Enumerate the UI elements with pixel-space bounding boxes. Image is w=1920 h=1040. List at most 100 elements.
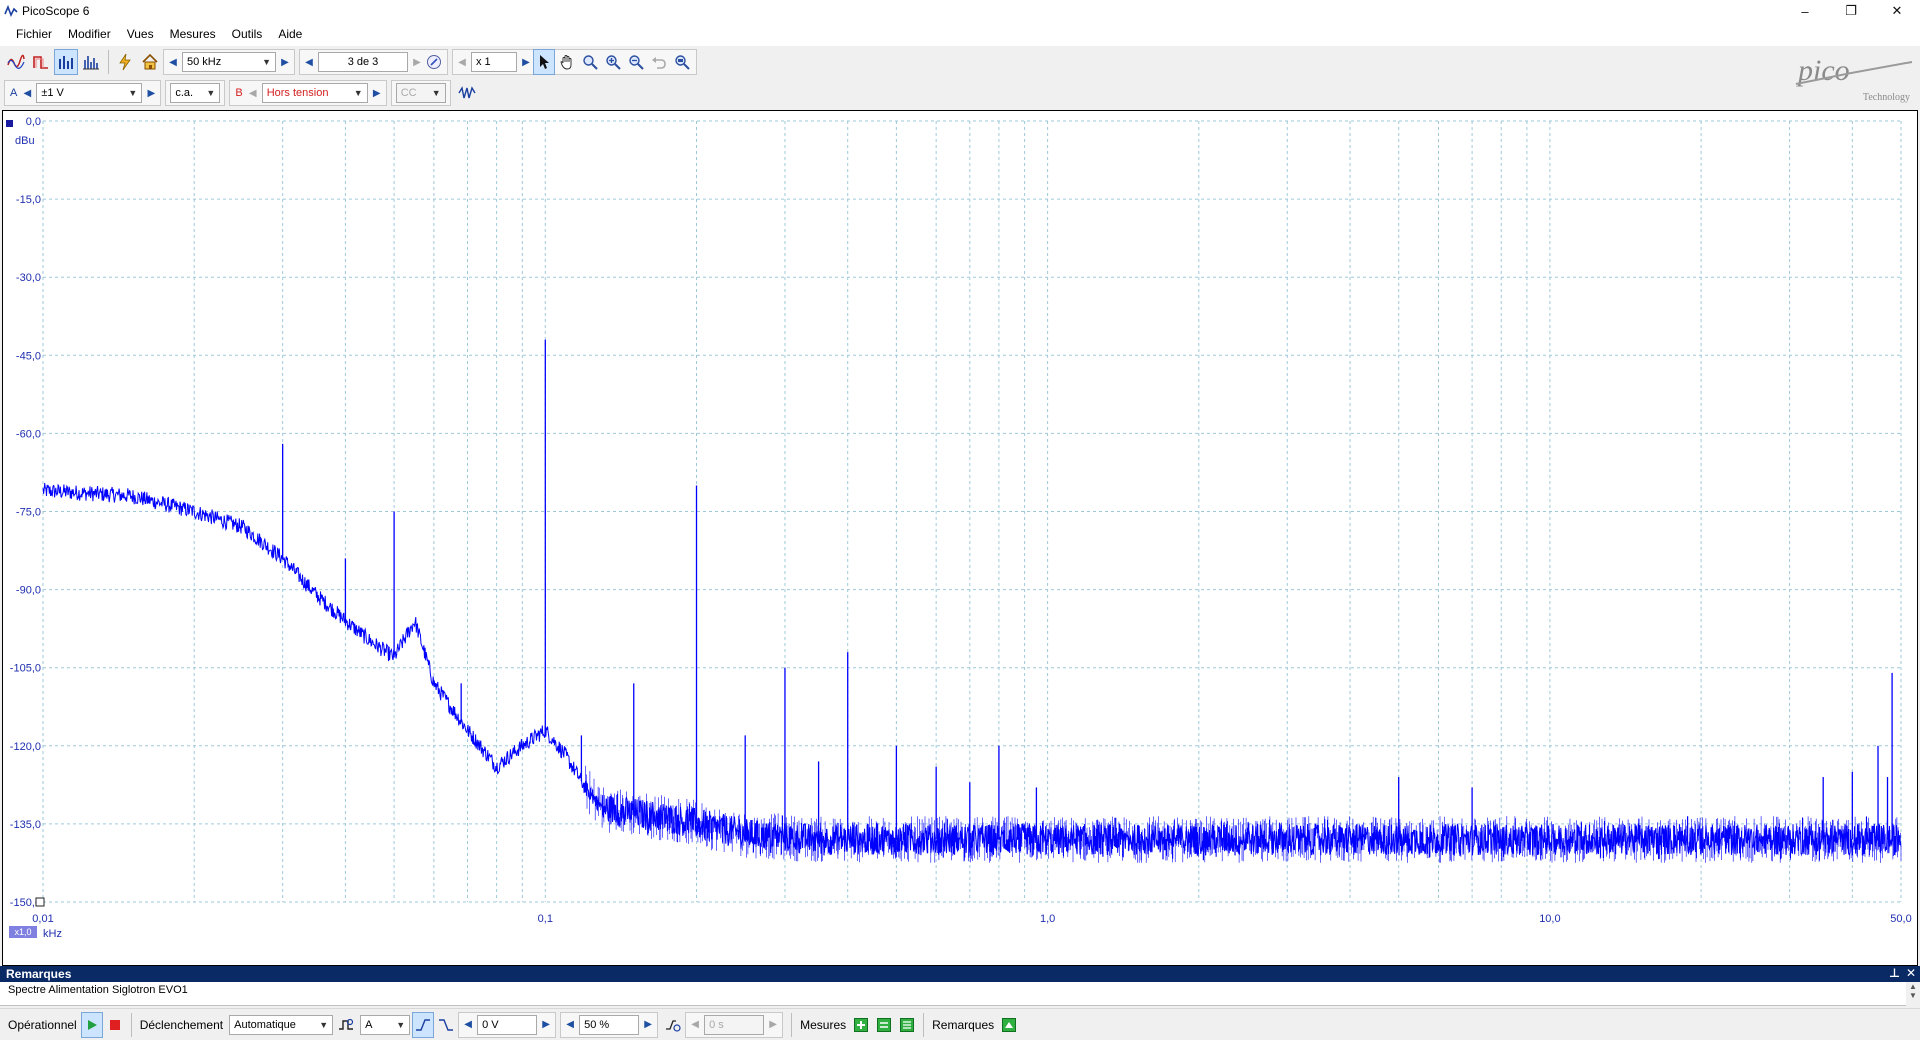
x-tick-label-0: 0,01 bbox=[32, 913, 53, 925]
run-button[interactable] bbox=[80, 1011, 103, 1038]
zoom-next-button[interactable]: ▶ bbox=[519, 51, 533, 73]
stop-button[interactable] bbox=[104, 1012, 126, 1038]
channel-a-coupling-select[interactable]: c.a. ▼ bbox=[170, 83, 221, 103]
status-separator bbox=[791, 1012, 793, 1037]
spectrum-chart[interactable]: 0,0 -15,0 -30,0 -45,0 -60,0 -75,0 -90,0 -105,0 -… bbox=[3, 111, 1917, 965]
add-measurement-button[interactable] bbox=[850, 1012, 872, 1038]
buffer-prev-button[interactable]: ◀ bbox=[302, 51, 316, 73]
scope-mode-button[interactable] bbox=[4, 49, 28, 75]
delete-measurement-button[interactable] bbox=[896, 1012, 918, 1038]
range-select[interactable]: 50 kHz ▼ bbox=[182, 52, 276, 72]
notes-toggle-button[interactable] bbox=[998, 1012, 1020, 1038]
menu-modifier[interactable]: Modifier bbox=[60, 22, 119, 46]
persistence-mode-button[interactable] bbox=[29, 49, 53, 75]
menu-mesures[interactable]: Mesures bbox=[162, 22, 224, 46]
trigger-delay-control: ◀ 0 s ▶ bbox=[685, 1011, 784, 1038]
spectrum-view[interactable]: 0,0 -15,0 -30,0 -45,0 -60,0 -75,0 -90,0 -105,0 -… bbox=[2, 110, 1918, 966]
zoom-overview-icon bbox=[675, 55, 690, 70]
channel-a-range-select[interactable]: ±1 V ▼ bbox=[36, 83, 143, 103]
undo-zoom-button[interactable] bbox=[648, 49, 670, 75]
menu-fichier[interactable]: Fichier bbox=[8, 22, 60, 46]
x-axis-unit: kHz bbox=[43, 928, 62, 940]
trigger-position-control: ◀ 50 % ▶ bbox=[560, 1011, 659, 1038]
spectrum-mode-button[interactable] bbox=[54, 49, 78, 75]
spectrum-options-icon bbox=[83, 56, 99, 70]
trigger-delay-field[interactable]: 0 s bbox=[704, 1014, 765, 1035]
channel-b-range-next[interactable]: ▶ bbox=[370, 82, 384, 104]
measurement-table-icon bbox=[900, 1017, 915, 1032]
range-next-button[interactable]: ▶ bbox=[278, 51, 292, 73]
trigger-delay-prev[interactable]: ◀ bbox=[688, 1014, 702, 1036]
falling-edge-button[interactable] bbox=[435, 1012, 457, 1038]
trigger-channel-select[interactable]: A ▼ bbox=[360, 1014, 411, 1035]
zoom-tool-button[interactable] bbox=[579, 49, 601, 75]
trigger-mode-select[interactable]: Automatique ▼ bbox=[229, 1014, 334, 1035]
channel-b-label[interactable]: B bbox=[232, 83, 245, 103]
notes-pin-button[interactable]: ⊥ bbox=[1889, 966, 1900, 980]
zoom-in-button[interactable] bbox=[602, 49, 624, 75]
advanced-trigger-icon bbox=[339, 1018, 354, 1030]
signal-generator-button[interactable] bbox=[113, 49, 137, 75]
spectrum-mode-icon bbox=[59, 56, 73, 69]
channel-a-marker[interactable] bbox=[6, 120, 13, 127]
buffer-field[interactable]: 3 de 3 bbox=[318, 52, 408, 72]
edit-measurement-button[interactable] bbox=[873, 1012, 895, 1038]
magnifier-icon bbox=[583, 55, 598, 70]
advanced-trigger-button[interactable] bbox=[335, 1012, 357, 1038]
zoom-field[interactable]: x 1 bbox=[471, 52, 517, 72]
zoom-prev-button[interactable]: ◀ bbox=[455, 51, 469, 73]
y-tick-label-6: -90,0 bbox=[16, 585, 41, 597]
trigger-level-next[interactable]: ▶ bbox=[539, 1014, 553, 1036]
hand-tool-button[interactable] bbox=[556, 49, 578, 75]
minimize-button[interactable]: – bbox=[1782, 0, 1828, 22]
trigger-delay-mode-button[interactable] bbox=[662, 1012, 684, 1038]
channel-b-coupling-select[interactable]: CC ▼ bbox=[395, 83, 446, 103]
pointer-tool-button[interactable] bbox=[533, 49, 555, 75]
channel-a-coupling-value: c.a. bbox=[175, 87, 194, 99]
restore-button[interactable]: ❐ bbox=[1828, 0, 1874, 22]
notes-text-area[interactable]: Spectre Alimentation Siglotron EVO1 ▲ ▼ bbox=[0, 982, 1920, 1006]
notes-scrollbar[interactable]: ▲ ▼ bbox=[1906, 982, 1920, 1006]
trigger-level-prev[interactable]: ◀ bbox=[461, 1014, 475, 1036]
chevron-down-icon: ▼ bbox=[128, 88, 138, 98]
zoom-overview-button[interactable] bbox=[671, 49, 693, 75]
trigger-position-prev[interactable]: ◀ bbox=[563, 1014, 577, 1036]
zoom-badge-text: x1,0 bbox=[14, 927, 31, 937]
channel-b-range-prev[interactable]: ◀ bbox=[246, 82, 260, 104]
trigger-mode-value: Automatique bbox=[234, 1018, 296, 1031]
channel-toolbar: A ◀ ±1 V ▼ ▶ c.a. ▼ B ◀ Hors tension ▼ ▶ CC… bbox=[0, 78, 1920, 108]
menu-aide[interactable]: Aide bbox=[270, 22, 310, 46]
range-prev-button[interactable]: ◀ bbox=[166, 51, 180, 73]
trigger-delay-next[interactable]: ▶ bbox=[766, 1014, 780, 1036]
falling-edge-icon bbox=[439, 1018, 454, 1031]
buffer-navigator-button[interactable] bbox=[424, 49, 444, 75]
channel-b-range-value: Hors tension bbox=[266, 87, 329, 99]
chevron-down-icon: ▼ bbox=[431, 88, 441, 98]
status-separator bbox=[923, 1012, 925, 1037]
chevron-down-icon: ▼ bbox=[262, 57, 271, 67]
rising-edge-button[interactable] bbox=[412, 1011, 435, 1038]
menu-outils[interactable]: Outils bbox=[224, 22, 271, 46]
trigger-position-next[interactable]: ▶ bbox=[641, 1014, 655, 1036]
hand-icon bbox=[560, 55, 572, 70]
close-button[interactable]: ✕ bbox=[1874, 0, 1920, 22]
channel-b-range-select[interactable]: Hors tension ▼ bbox=[261, 83, 368, 103]
channel-a-range-prev[interactable]: ◀ bbox=[20, 82, 34, 104]
trigger-level-field[interactable]: 0 V bbox=[477, 1014, 538, 1035]
buffer-next-button[interactable]: ▶ bbox=[410, 51, 424, 73]
channel-a-range-next[interactable]: ▶ bbox=[144, 82, 158, 104]
spectrum-options-button[interactable] bbox=[79, 49, 103, 75]
axis-origin-handle[interactable] bbox=[35, 897, 45, 907]
home-icon bbox=[142, 53, 158, 70]
notes-close-button[interactable]: ✕ bbox=[1906, 966, 1916, 980]
trigger-position-field[interactable]: 50 % bbox=[579, 1014, 640, 1035]
y-tick-label-7: -105,0 bbox=[10, 663, 41, 675]
channel-a-label[interactable]: A bbox=[7, 83, 20, 103]
home-button[interactable] bbox=[138, 49, 162, 75]
range-value: 50 kHz bbox=[187, 56, 222, 68]
zoom-out-button[interactable] bbox=[625, 49, 647, 75]
menu-vues[interactable]: Vues bbox=[119, 22, 162, 46]
channel-options-button[interactable] bbox=[455, 80, 479, 106]
trigger-delay-icon bbox=[666, 1019, 681, 1032]
channel-a-control: A ◀ ±1 V ▼ ▶ bbox=[4, 80, 162, 106]
